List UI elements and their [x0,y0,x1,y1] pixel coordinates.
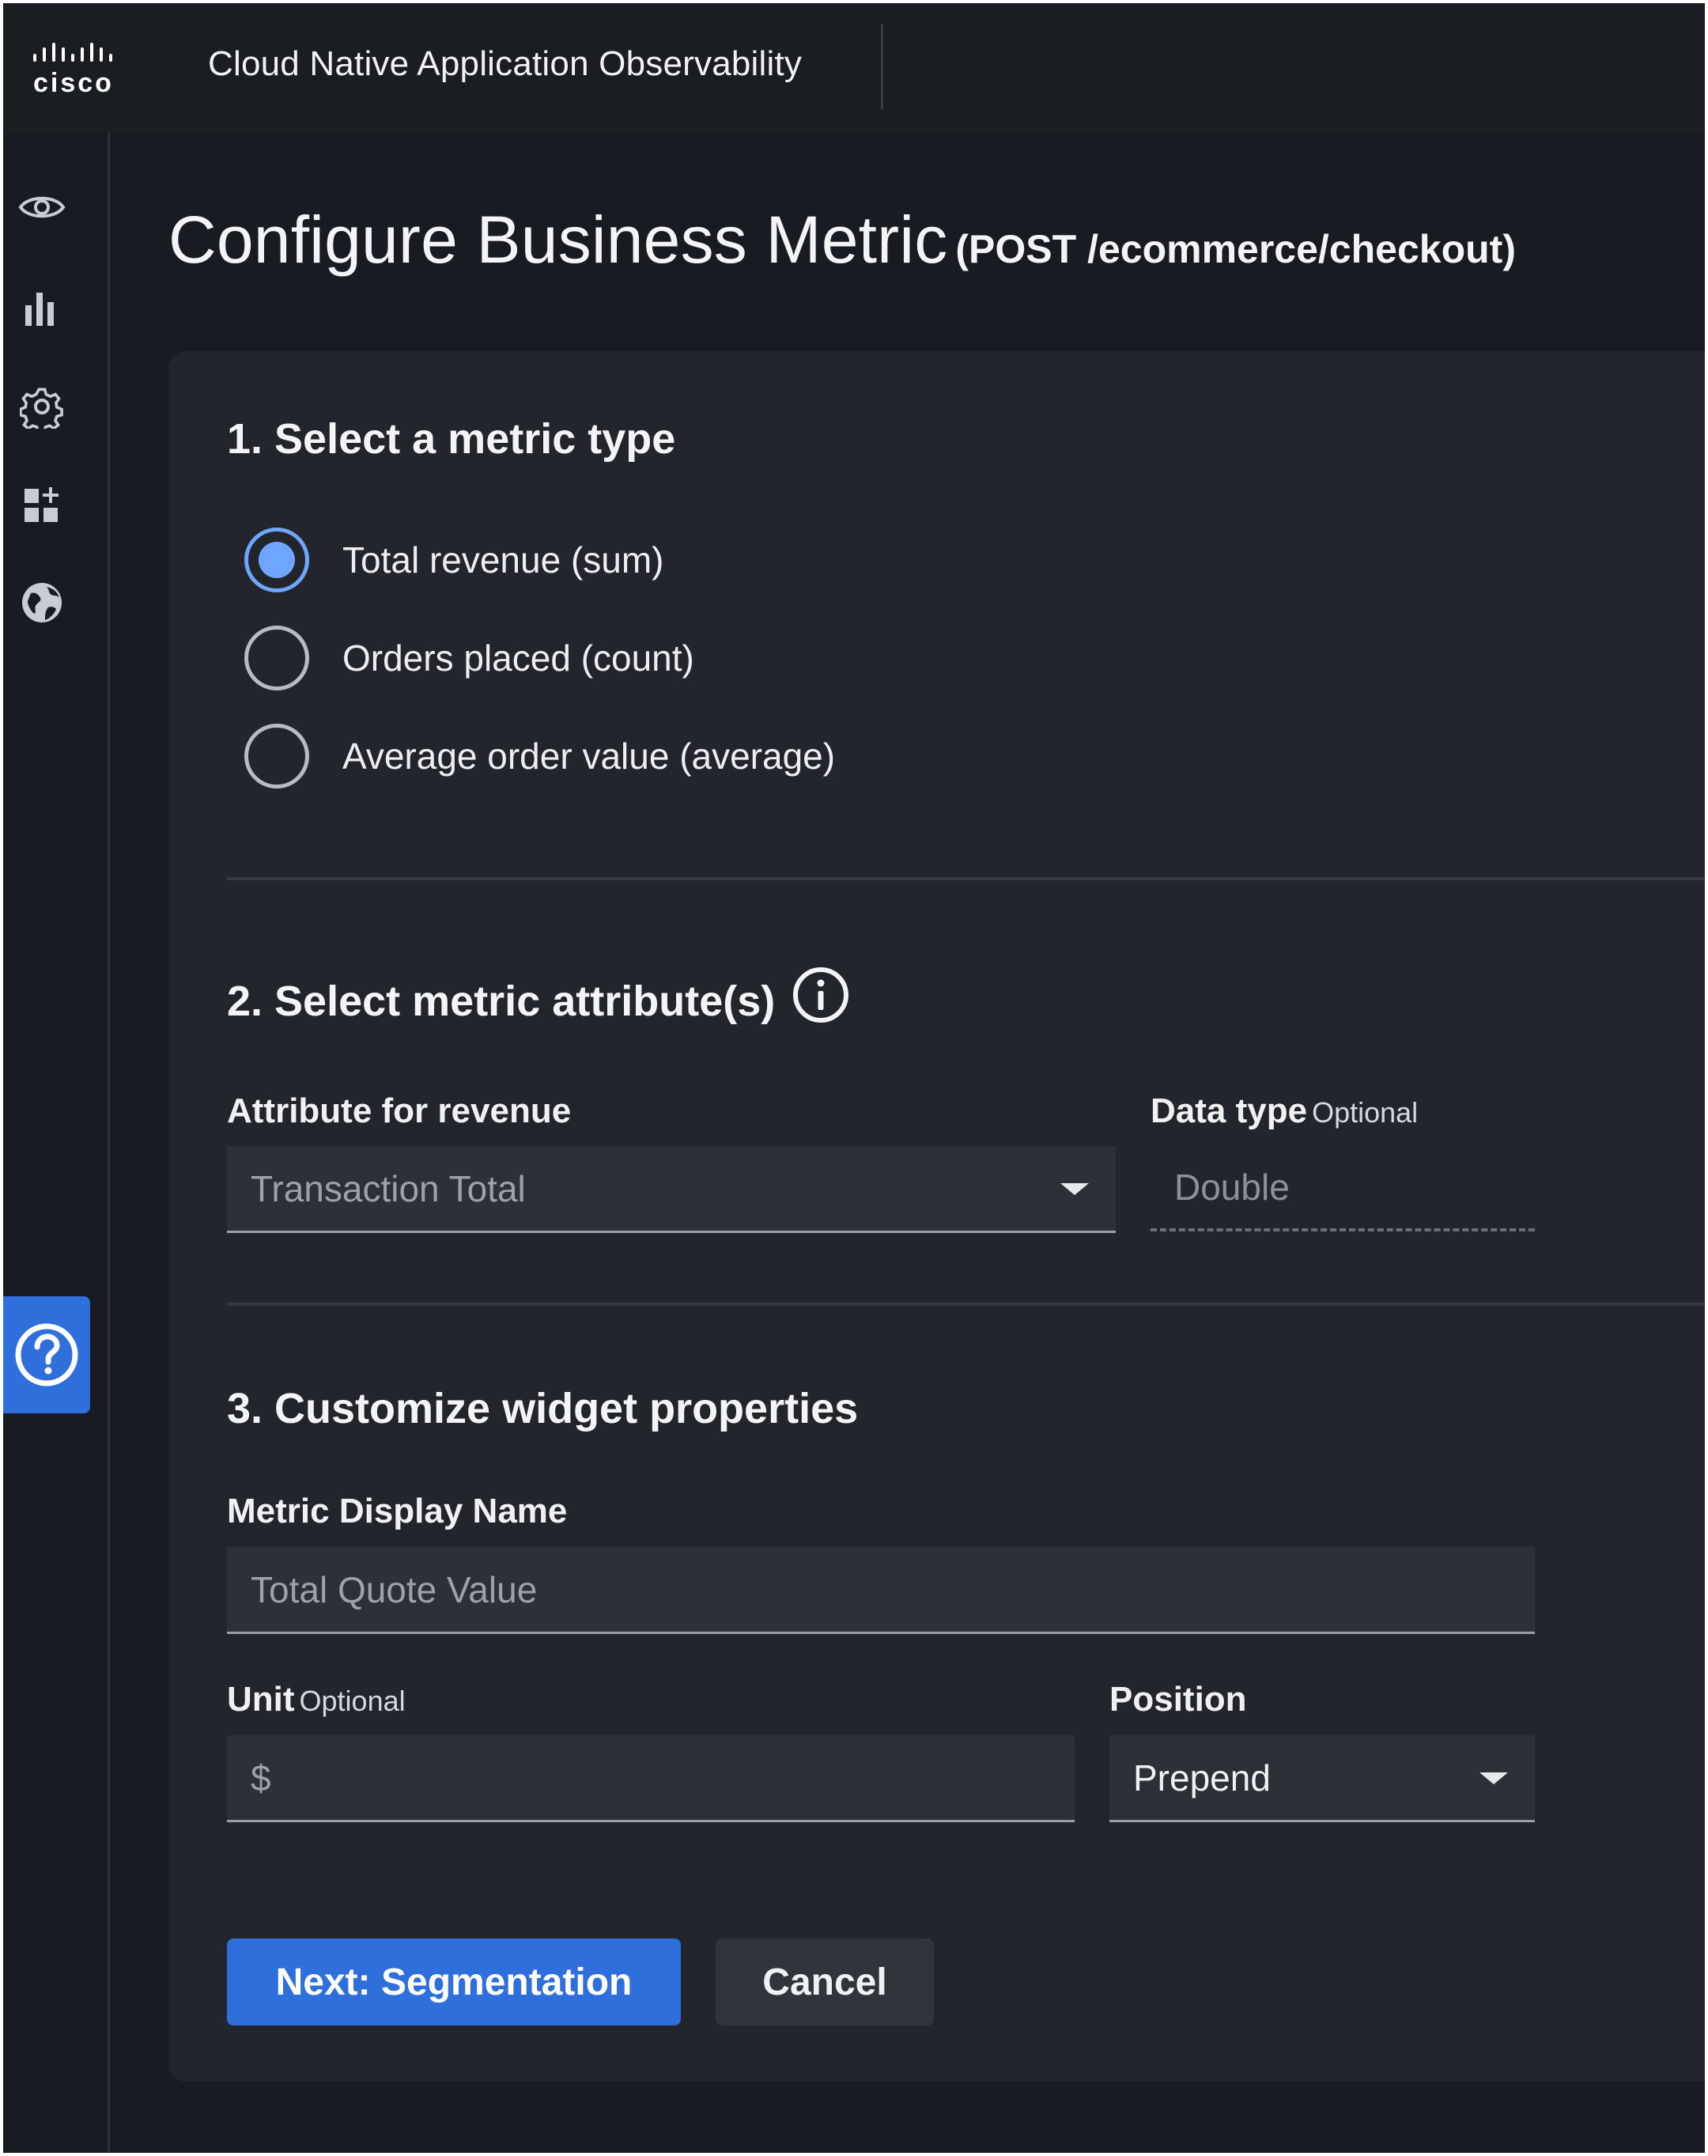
section-attributes-title-text: 2. Select metric attribute(s) [227,977,776,1025]
dashboard-add-icon[interactable] [14,477,70,532]
radio-label: Total revenue (sum) [342,539,664,581]
cancel-button[interactable]: Cancel [716,1939,934,2026]
position-select[interactable]: Prepend [1109,1735,1535,1822]
next-segmentation-button[interactable]: Next: Segmentation [227,1939,681,2026]
datatype-value: Double [1151,1146,1535,1231]
question-circle-icon [15,1323,78,1386]
chevron-down-icon [1060,1182,1089,1195]
eye-icon[interactable] [14,180,70,235]
left-nav [3,132,109,2153]
display-name-label: Metric Display Name [227,1492,568,1530]
datatype-label: Data type Optional [1151,1091,1418,1131]
datatype-optional: Optional [1312,1096,1419,1129]
radio-label: Orders placed (count) [342,637,694,679]
display-name-input[interactable]: Total Quote Value [227,1547,1535,1634]
radio-button[interactable] [244,626,309,690]
attribute-select[interactable]: Transaction Total [227,1146,1116,1233]
globe-icon[interactable] [14,575,70,630]
section-metric-type-title: 1. Select a metric type [227,415,676,463]
unit-input[interactable]: $ [227,1735,1075,1822]
radio-button[interactable] [244,724,309,789]
radio-total-revenue[interactable]: Total revenue (sum) [244,527,664,593]
position-select-value: Prepend [1133,1757,1271,1799]
main-content: Configure Business Metric (POST /ecommerc… [110,132,1705,2153]
config-card: 1. Select a metric type Total revenue (s… [168,351,1705,2082]
attribute-label: Attribute for revenue [227,1091,572,1130]
unit-label: Unit Optional [227,1680,406,1719]
cisco-logo[interactable]: cisco [32,43,134,98]
radio-orders-placed[interactable]: Orders placed (count) [244,625,694,691]
section-divider [227,1303,1705,1306]
attribute-select-value: Transaction Total [251,1167,526,1209]
info-circle-icon[interactable] [792,966,849,1034]
radio-button[interactable] [244,528,309,592]
app-window: cisco Cloud Native Application Observabi… [3,3,1705,2153]
app-title: Cloud Native Application Observability [208,44,803,83]
chevron-down-icon [1479,1772,1508,1784]
position-label: Position [1109,1680,1247,1719]
unit-label-text: Unit [227,1680,295,1719]
gear-icon[interactable] [14,379,70,434]
bar-chart-icon[interactable] [14,281,70,336]
page-title-text: Configure Business Metric [168,202,948,277]
section-divider [227,877,1705,880]
header-divider [881,24,883,109]
radio-average-order-value[interactable]: Average order value (average) [244,723,835,789]
cisco-wordmark: cisco [33,68,114,98]
section-attributes-title: 2. Select metric attribute(s) [227,967,849,1034]
datatype-label-text: Data type [1151,1091,1308,1130]
section-widget-title: 3. Customize widget properties [227,1385,859,1432]
radio-label: Average order value (average) [342,736,836,777]
page-route: (POST /ecommerce/checkout) [955,227,1516,271]
help-button[interactable] [3,1296,90,1413]
page-title: Configure Business Metric (POST /ecommerc… [168,202,1516,278]
unit-optional: Optional [299,1685,406,1717]
top-header: cisco Cloud Native Application Observabi… [3,3,1705,132]
